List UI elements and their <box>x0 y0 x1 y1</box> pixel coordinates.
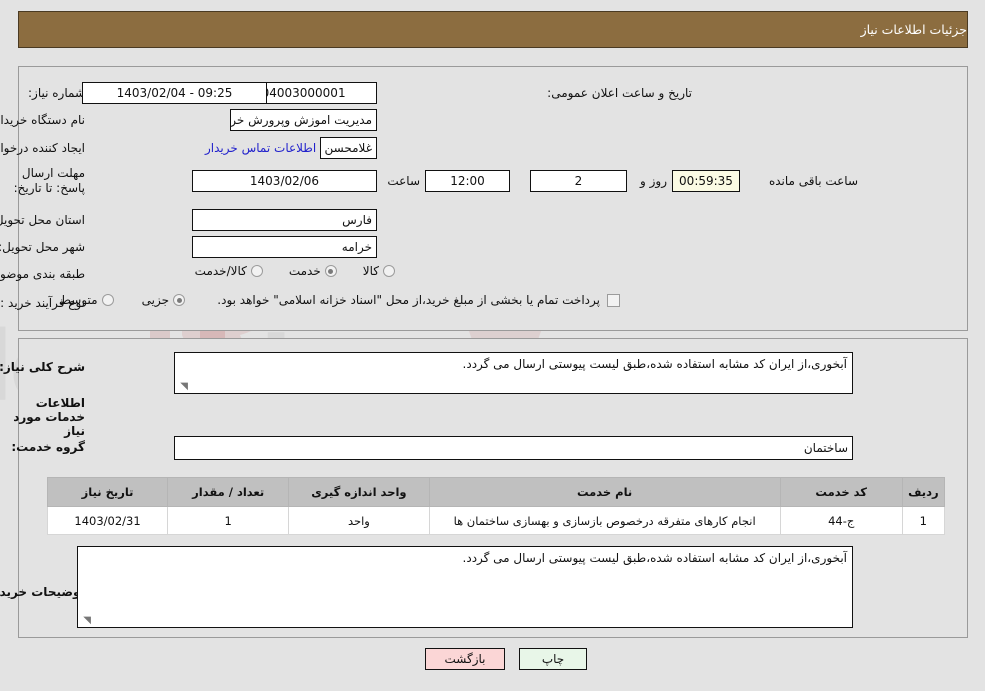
category-radio-group[interactable]: کالا خدمت کالا/خدمت <box>195 264 395 278</box>
need-number-label: شماره نیاز: <box>28 86 85 100</box>
deadline-label: مهلت ارسال پاسخ: تا تاریخ: <box>13 166 85 195</box>
requester-label: ایجاد کننده درخواست: <box>0 141 85 155</box>
cell-date: 1403/02/31 <box>46 506 169 535</box>
need-summary-panel <box>18 66 968 331</box>
radio-kala-icon[interactable] <box>383 265 395 277</box>
th-date: تاریخ نیاز <box>46 477 169 507</box>
radio-medium-icon[interactable] <box>101 294 114 306</box>
th-name: نام خدمت <box>428 477 781 507</box>
requester-value: غلامحسن بخشی کارشناس خرید و پشتیبانی مدی… <box>320 137 377 159</box>
remaining-hours-label: ساعت باقی مانده <box>768 174 858 188</box>
category-option-kala-label: کالا <box>362 264 379 278</box>
th-qty: تعداد / مقدار <box>167 477 290 507</box>
general-description-textarea[interactable]: آبخوری،از ایران کد مشابه استفاده شده،طبق… <box>174 352 853 394</box>
announce-datetime-label: تاریخ و ساعت اعلان عمومی: <box>547 86 692 100</box>
print-button[interactable]: چاپ <box>519 648 587 670</box>
process-option-minor[interactable]: جزیی <box>142 293 185 307</box>
table-row: 1 ج-44 انجام کارهای متفرقه درخصوص بازساز… <box>46 506 946 535</box>
resize-grip-icon[interactable]: ◥ <box>178 382 188 392</box>
services-info-heading: اطلاعات خدمات مورد نیاز <box>13 396 85 438</box>
countdown-timer-value: 00:59:35 <box>672 170 740 192</box>
category-option-khedmat-label: خدمت <box>288 264 321 278</box>
radio-khedmat-icon[interactable] <box>324 265 337 277</box>
deadline-hour-label: ساعت <box>387 174 420 188</box>
cell-unit: واحد <box>288 506 430 535</box>
city-label: شهر محل تحویل: <box>0 240 85 254</box>
window-title-bar: جزئیات اطلاعات نیاز <box>18 11 968 48</box>
remaining-days-value: 2 <box>530 170 627 192</box>
th-unit: واحد اندازه گیری <box>288 477 430 507</box>
buyer-org-label: نام دستگاه خریدار: <box>0 113 85 127</box>
buyer-notes-textarea[interactable]: آبخوری،از ایران کد مشابه استفاده شده،طبق… <box>77 546 853 628</box>
cell-qty: 1 <box>167 506 290 535</box>
treasury-checkbox-icon[interactable] <box>607 293 620 307</box>
buyer-notes-label: توضیحات خریدار: <box>0 585 85 599</box>
th-row: ردیف <box>901 477 946 507</box>
category-option-kala-khedmat[interactable]: کالا/خدمت <box>195 264 263 278</box>
page-title: جزئیات اطلاعات نیاز <box>860 22 967 37</box>
category-option-kala[interactable]: کالا <box>363 264 395 278</box>
category-option-kala-khedmat-label: کالا/خدمت <box>194 264 247 278</box>
city-value: خرامه <box>192 236 377 258</box>
cell-name: انجام کارهای متفرقه درخصوص بازسازی و بهس… <box>428 506 781 535</box>
cell-code: ج-44 <box>779 506 903 535</box>
process-option-minor-label: جزیی <box>141 293 169 307</box>
treasury-text-label: پرداخت تمام یا بخشی از مبلغ خرید،از محل … <box>217 293 600 307</box>
process-option-medium-label: متوسط <box>59 293 98 307</box>
service-group-value: ساختمان <box>174 436 853 460</box>
page-root: AriaTender.net جزئیات اطلاعات نیاز شماره… <box>0 0 985 691</box>
general-description-label: شرح کلی نیاز: <box>0 360 85 374</box>
radio-minor-icon[interactable] <box>173 294 185 306</box>
back-button[interactable]: بازگشت <box>425 648 505 670</box>
remaining-days-label: روز و <box>640 174 667 188</box>
resize-grip-icon-2[interactable]: ◥ <box>81 616 91 626</box>
general-description-value: آبخوری،از ایران کد مشابه استفاده شده،طبق… <box>462 357 847 371</box>
category-option-khedmat[interactable]: خدمت <box>289 264 337 278</box>
service-group-label: گروه خدمت: <box>11 440 85 454</box>
province-label: استان محل تحویل: <box>0 213 85 227</box>
deadline-hour-value: 12:00 <box>425 170 510 192</box>
buyer-notes-value: آبخوری،از ایران کد مشابه استفاده شده،طبق… <box>462 551 847 565</box>
services-table: ردیف کد خدمت نام خدمت واحد اندازه گیری ت… <box>46 477 946 535</box>
category-label: طبقه بندی موضوعی: <box>0 267 85 281</box>
process-type-radio-group[interactable]: جزیی متوسط <box>60 293 185 307</box>
buyer-org-value: مدیریت اموزش وپرورش خرامه <box>230 109 377 131</box>
buyer-contact-info-link[interactable]: اطلاعات تماس خریدار <box>205 141 316 155</box>
cell-row: 1 <box>901 506 946 535</box>
radio-kala-khedmat-icon[interactable] <box>250 265 263 277</box>
table-header-row: ردیف کد خدمت نام خدمت واحد اندازه گیری ت… <box>46 477 946 507</box>
deadline-date-value: 1403/02/06 <box>192 170 377 192</box>
process-option-medium[interactable]: متوسط <box>60 293 114 307</box>
province-value: فارس <box>192 209 377 231</box>
th-code: کد خدمت <box>779 477 903 507</box>
treasury-bond-option[interactable]: پرداخت تمام یا بخشی از مبلغ خرید،از محل … <box>217 293 620 307</box>
announce-datetime-value: 1403/02/04 - 09:25 <box>82 82 267 104</box>
